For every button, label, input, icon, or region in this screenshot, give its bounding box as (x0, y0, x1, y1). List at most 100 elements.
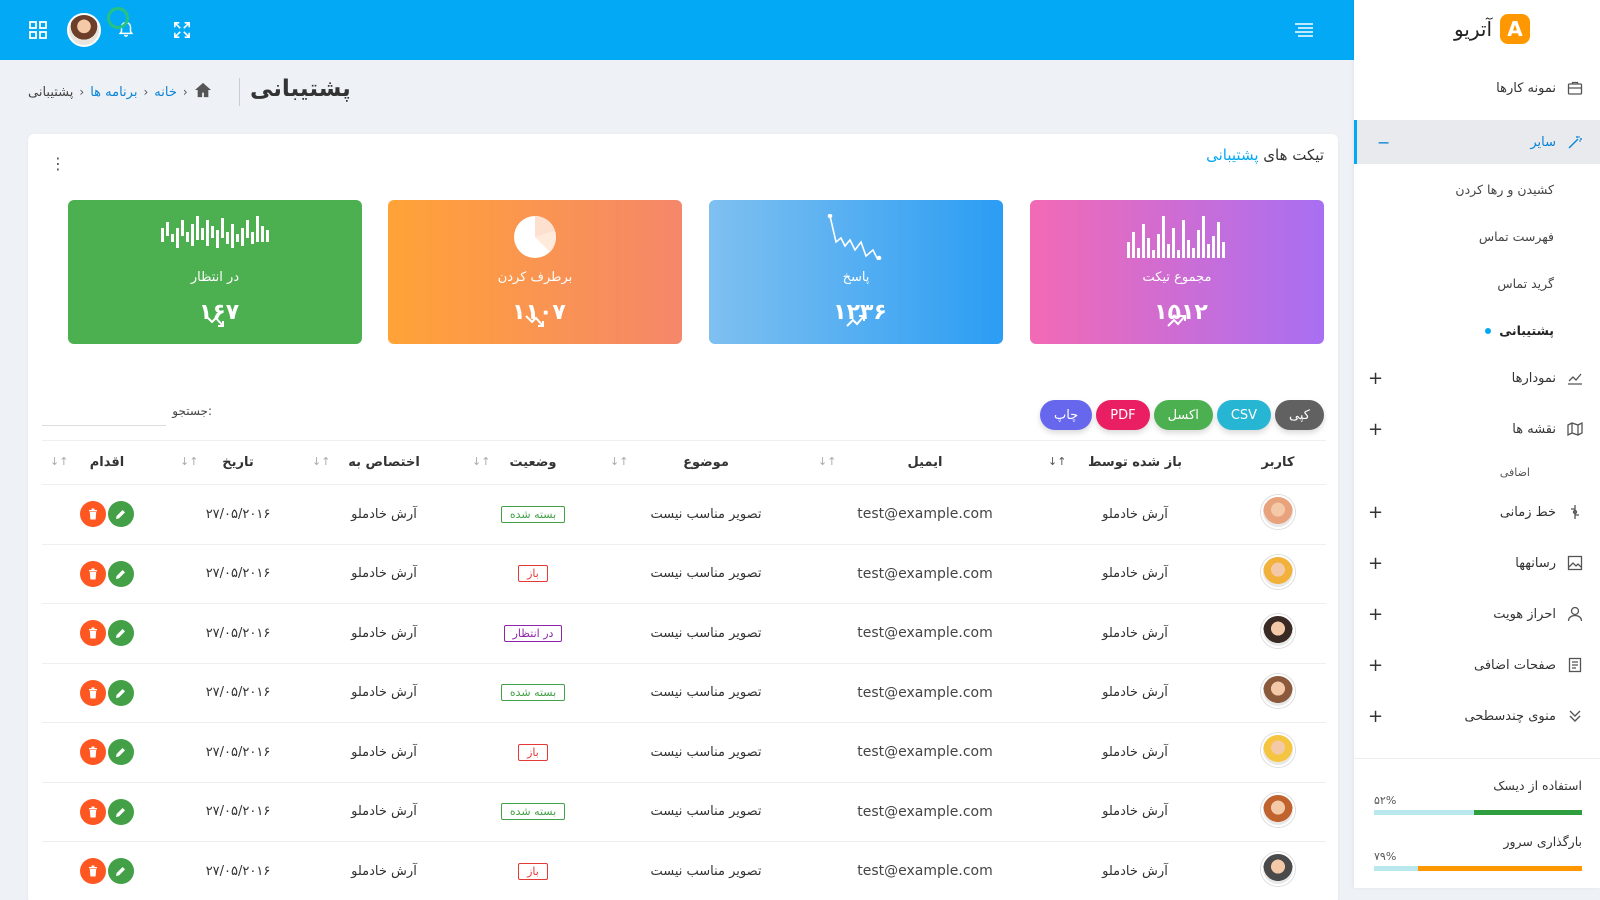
sidebar-item-other[interactable]: سایر − (1354, 120, 1600, 164)
copy-button[interactable]: کپی (1275, 400, 1324, 430)
sidebar-subitem-support[interactable]: پشتیبانی (1485, 323, 1554, 338)
bell-icon[interactable] (107, 0, 140, 60)
kebab-menu-icon[interactable]: ⋮ (50, 154, 66, 173)
expand-plus-icon[interactable]: + (1368, 419, 1383, 440)
stat-card-replies: پاسخ ۱۲۳۶ (709, 200, 1003, 344)
menu-toggle-icon[interactable] (1290, 0, 1318, 60)
row-actions (80, 679, 134, 706)
sidebar-item-portfolio[interactable]: نمونه کارها (1354, 66, 1600, 110)
edit-button[interactable] (108, 739, 134, 766)
sidebar-subitem-drag-drop[interactable]: کشیدن و رها کردن (1455, 182, 1554, 197)
sort-icon[interactable]: ↑↓ (472, 455, 490, 468)
sort-icon[interactable]: ↑↓ (180, 455, 198, 468)
trash-icon (89, 865, 97, 877)
delete-button[interactable] (80, 858, 106, 885)
meter-percent: ۵۲% (1374, 794, 1397, 807)
expand-plus-icon[interactable]: + (1368, 502, 1383, 523)
cell-user (1230, 782, 1326, 842)
sidebar-item-timeline[interactable]: خط زمانی + (1354, 490, 1600, 534)
edit-button[interactable] (108, 620, 134, 647)
sidebar-item-label: صفحات اضافی (1474, 657, 1556, 673)
avatar[interactable] (1261, 554, 1295, 589)
search-area: جستجو: (42, 402, 242, 426)
edit-button[interactable] (108, 560, 134, 587)
search-input[interactable] (42, 402, 166, 426)
breadcrumb-separator: ‹ (182, 85, 188, 99)
delete-button[interactable] (80, 798, 106, 825)
cell-user (1230, 603, 1326, 664)
avatar[interactable] (1261, 733, 1295, 768)
sidebar-subitem-contact-grid[interactable]: گرید تماس (1497, 276, 1554, 291)
column-header-email[interactable]: ایمیل ↑↓ (810, 440, 1040, 485)
avatar[interactable] (1261, 852, 1295, 887)
sidebar-subitem-contact-list[interactable]: فهرست تماس (1479, 229, 1554, 244)
avatar[interactable] (1261, 495, 1295, 530)
apps-grid-icon[interactable] (24, 0, 52, 60)
delete-button[interactable] (80, 679, 106, 706)
fullscreen-icon[interactable] (168, 0, 196, 60)
cell-email: test@example.com (810, 841, 1040, 900)
cell-date: ۲۷/۰۵/۲۰۱۶ (172, 782, 304, 842)
sidebar-item-charts[interactable]: نمودارها + (1354, 356, 1600, 400)
csv-button[interactable]: CSV (1216, 400, 1272, 430)
column-label: کاربر (1261, 455, 1295, 470)
delete-button[interactable] (80, 560, 106, 587)
sort-icon[interactable]: ↑↓ (50, 455, 68, 468)
cell-date: ۲۷/۰۵/۲۰۱۶ (172, 841, 304, 900)
expand-plus-icon[interactable]: + (1368, 368, 1383, 389)
delete-button[interactable] (80, 620, 106, 647)
subitem-label: کشیدن و رها کردن (1455, 182, 1554, 197)
cell-user (1230, 484, 1326, 545)
expand-plus-icon[interactable]: + (1368, 706, 1383, 727)
print-button[interactable]: چاپ (1039, 400, 1093, 430)
sort-icon[interactable]: ↑↓ (818, 455, 836, 468)
sidebar-item-extra-pages[interactable]: صفحات اضافی + (1354, 643, 1600, 687)
edit-button[interactable] (108, 679, 134, 706)
cell-subject: تصویر مناسب نیست (602, 663, 810, 723)
sidebar-item-media[interactable]: رسانهها + (1354, 541, 1600, 585)
delete-button[interactable] (80, 739, 106, 766)
breadcrumb-apps[interactable]: برنامه ها (90, 85, 137, 100)
pdf-button[interactable]: PDF (1096, 400, 1150, 430)
cell-date: ۲۷/۰۵/۲۰۱۶ (172, 544, 304, 604)
edit-button[interactable] (108, 798, 134, 825)
sort-icon[interactable]: ↑↓ (610, 455, 628, 468)
sort-icon[interactable]: ↑↓ (1048, 455, 1066, 468)
column-header-user[interactable]: کاربر (1230, 440, 1326, 485)
column-label: اختصاص به (348, 455, 420, 470)
sidebar: A آتریو نمونه کارها سایر − کشیدن و رها ک… (1354, 0, 1600, 888)
sidebar-item-multilevel-menu[interactable]: منوی چندسطحی + (1354, 694, 1600, 738)
column-header-status[interactable]: وضعیت ↑↓ (464, 440, 602, 485)
column-header-action[interactable]: اقدام ↑↓ (42, 440, 172, 485)
status-badge: بسته شده (500, 803, 566, 821)
expand-plus-icon[interactable]: + (1368, 655, 1383, 676)
cell-assigned: آرش خادملو (304, 603, 464, 664)
column-header-assigned[interactable]: اختصاص به ↑↓ (304, 440, 464, 485)
edit-button[interactable] (108, 858, 134, 885)
avatar[interactable] (1261, 673, 1295, 708)
collapse-minus-icon[interactable]: − (1377, 133, 1390, 152)
sidebar-item-auth[interactable]: احراز هویت + (1354, 592, 1600, 636)
table-row: آرش خادملو test@example.com تصویر مناسب … (42, 603, 1326, 664)
edit-button[interactable] (108, 501, 134, 528)
avatar[interactable] (1261, 792, 1295, 827)
sort-icon[interactable]: ↑↓ (312, 455, 330, 468)
user-avatar[interactable] (66, 0, 102, 60)
column-header-subject[interactable]: موضوع ↑↓ (602, 440, 810, 485)
column-header-opened-by[interactable]: باز شده توسط ↑↓ (1040, 440, 1230, 485)
column-header-date[interactable]: تاریخ ↑↓ (172, 440, 304, 485)
excel-button[interactable]: اکسل (1153, 400, 1213, 430)
home-icon[interactable] (194, 82, 212, 102)
pencil-icon (116, 510, 125, 520)
logo[interactable]: A آتریو (1454, 14, 1530, 44)
table-header-row: کاربر باز شده توسط ↑↓ ایمیل ↑↓ موضوع ↑↓ وضع… (42, 440, 1326, 485)
cell-opened-by: آرش خادملو (1040, 841, 1230, 900)
sidebar-item-maps[interactable]: نقشه ها + (1354, 407, 1600, 451)
meter-label: بارگذاری سرور (1503, 834, 1582, 849)
breadcrumb-home[interactable]: خانه (154, 85, 177, 100)
bar-sparkline-icon (161, 216, 269, 248)
expand-plus-icon[interactable]: + (1368, 604, 1383, 625)
expand-plus-icon[interactable]: + (1368, 553, 1383, 574)
delete-button[interactable] (80, 501, 106, 528)
avatar[interactable] (1261, 614, 1295, 649)
